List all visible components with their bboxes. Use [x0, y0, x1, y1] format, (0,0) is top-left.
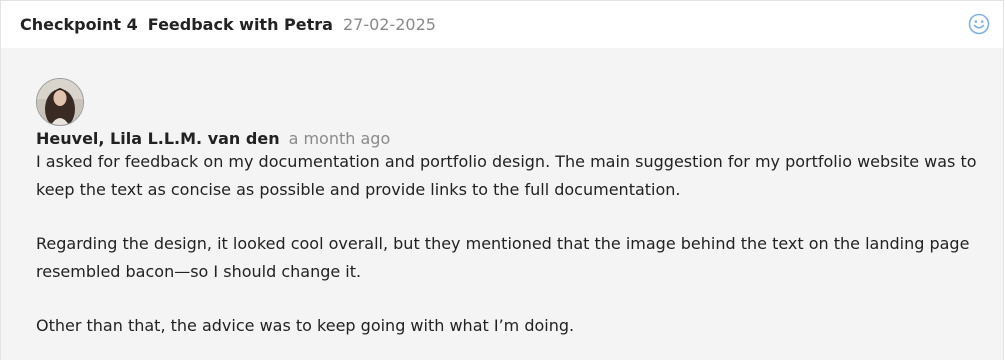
author-name[interactable]: Heuvel, Lila L.L.M. van den	[36, 129, 280, 148]
checkpoint-date: 27-02-2025	[342, 15, 436, 34]
checkpoint-label: Checkpoint 4	[20, 15, 138, 34]
comment-paragraph: Regarding the design, it looked cool ove…	[36, 234, 970, 281]
timestamp: a month ago	[288, 129, 391, 148]
card-header: Checkpoint 4 Feedback with Petra 27-02-2…	[1, 1, 1003, 48]
checkpoint-title: Feedback with Petra	[147, 15, 333, 34]
comment-body: I asked for feedback on my documentation…	[36, 148, 996, 340]
feedback-card: Checkpoint 4 Feedback with Petra 27-02-2…	[0, 0, 1004, 360]
author-row: Heuvel, Lila L.L.M. van den a month ago	[36, 129, 984, 148]
avatar[interactable]	[36, 78, 84, 126]
comment: Heuvel, Lila L.L.M. van den a month ago …	[1, 48, 1003, 340]
comment-paragraph: I asked for feedback on my documentation…	[36, 152, 977, 199]
smiley-icon[interactable]	[968, 13, 990, 35]
comment-paragraph: Other than that, the advice was to keep …	[36, 316, 575, 335]
